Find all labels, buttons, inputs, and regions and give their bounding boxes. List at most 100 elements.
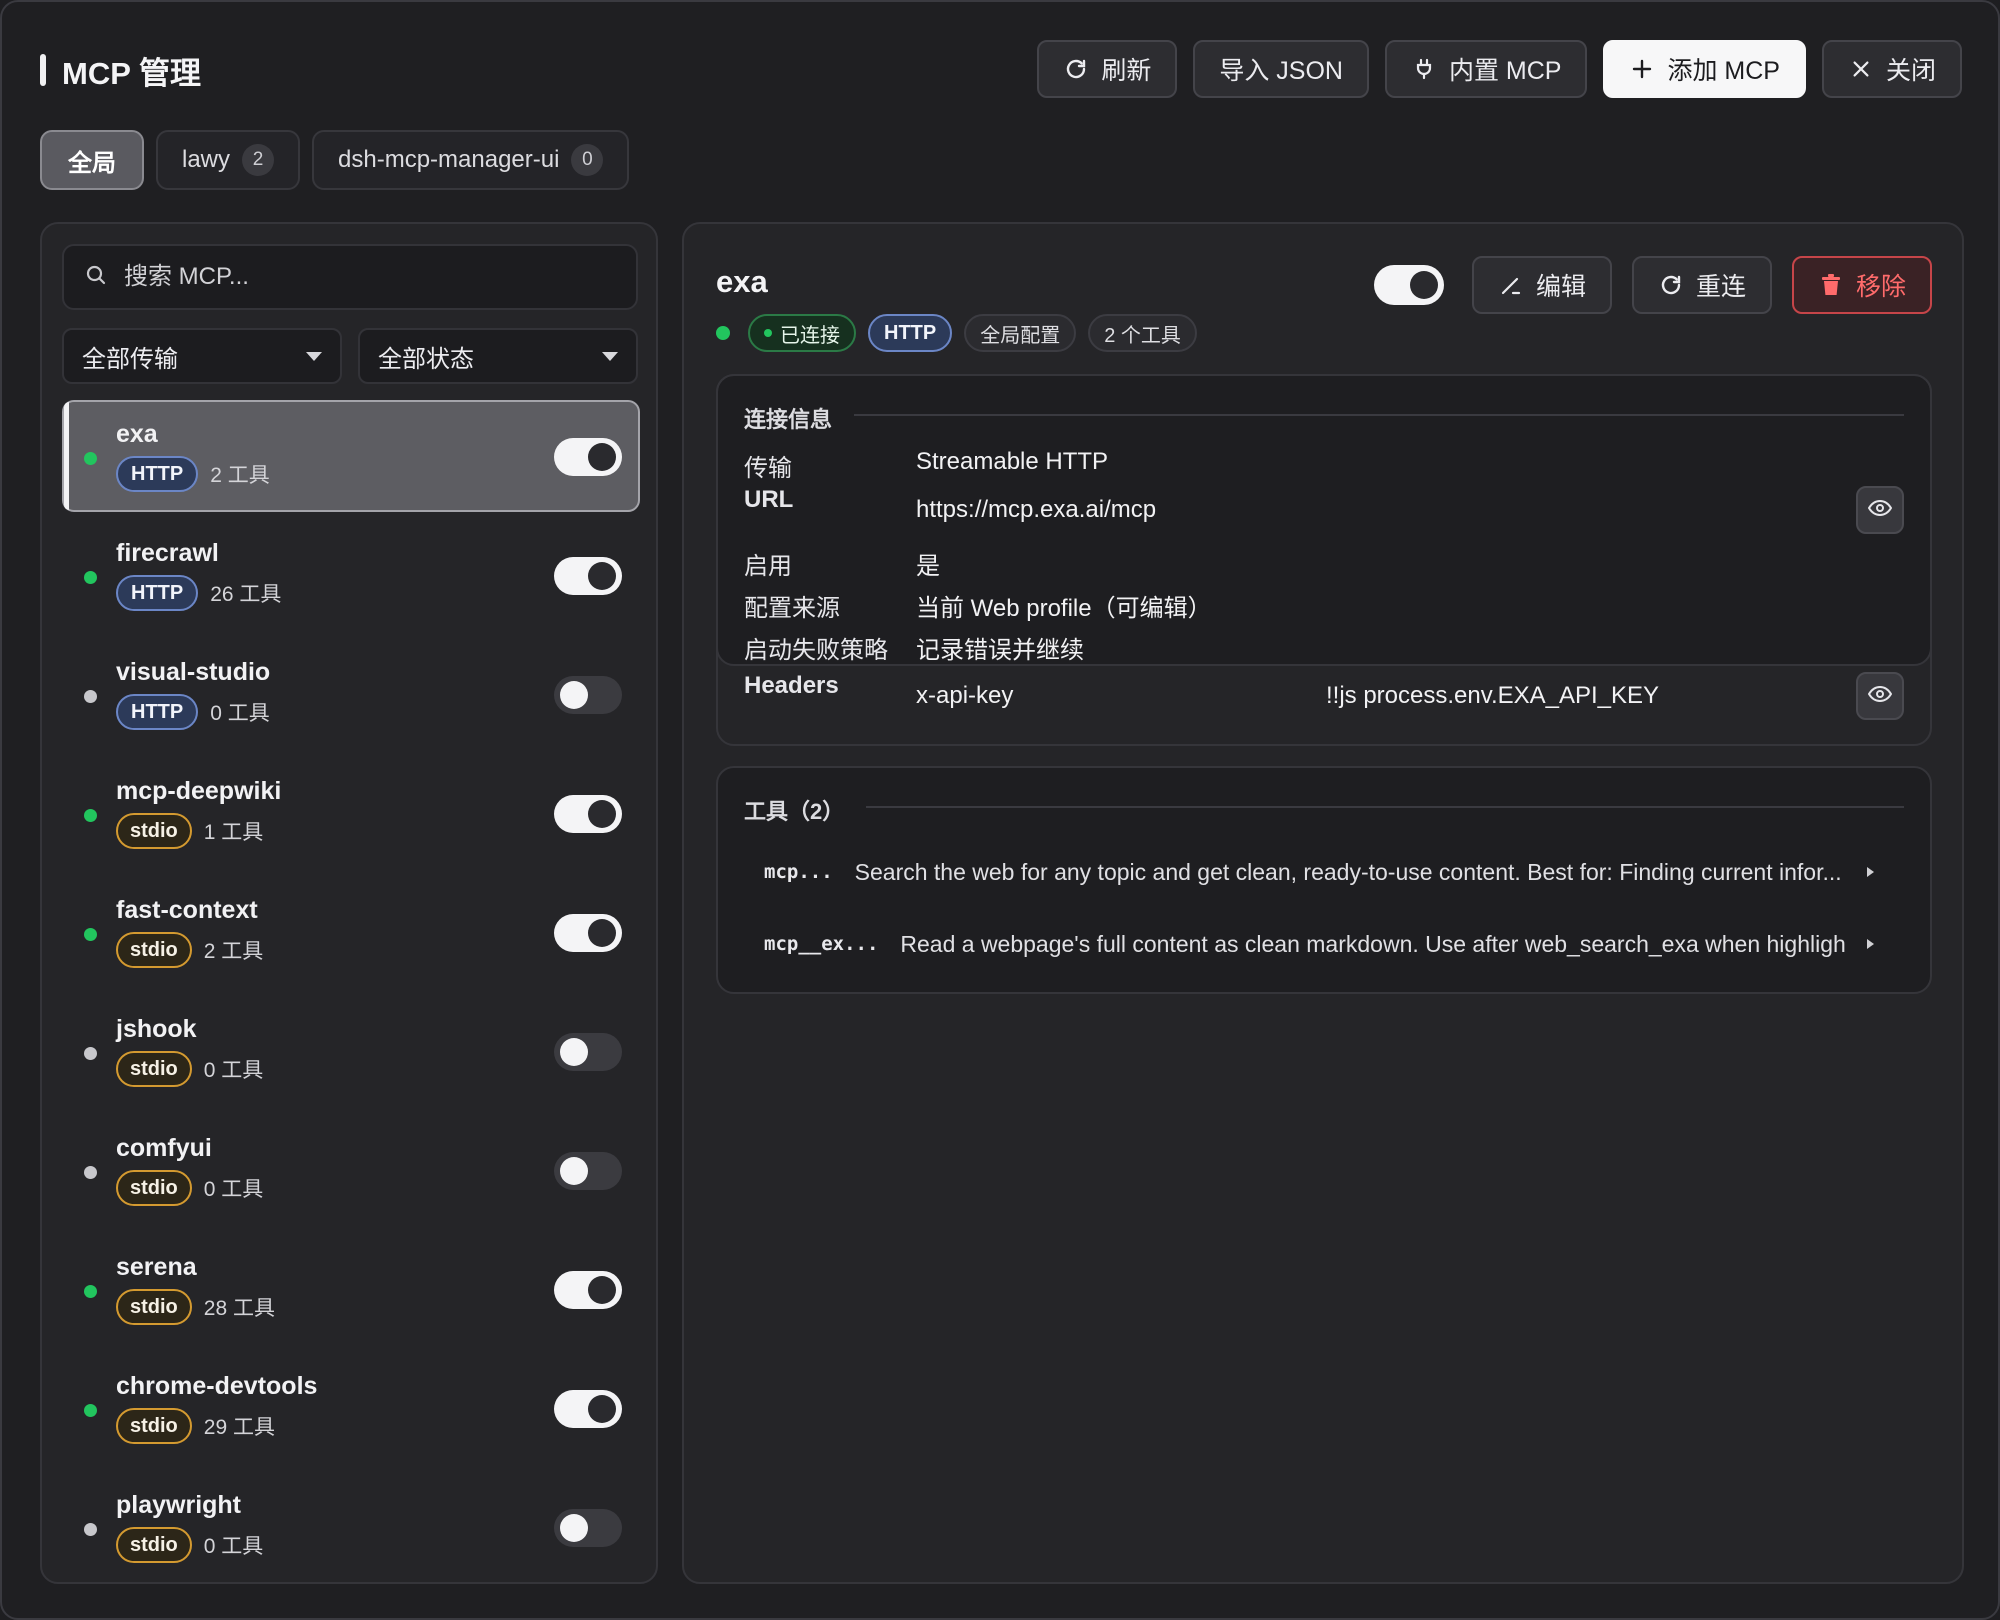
toggle-knob [588,1276,616,1304]
connected-dot-icon [764,329,772,337]
server-enable-toggle[interactable] [554,676,622,714]
tool-row[interactable]: mcp... Search the web for any topic and … [764,852,1874,892]
server-item-serena[interactable]: serena stdio 28 工具 [62,1233,640,1345]
add-mcp-label: 添加 MCP [1667,57,1780,85]
server-enable-toggle[interactable] [554,1271,622,1309]
status-dot [84,1404,97,1417]
server-enable-toggle[interactable] [554,1509,622,1547]
status-dot [84,571,97,584]
scope-tab-label: dsh-mcp-manager-ui [338,146,560,173]
server-item-mcp-deepwiki[interactable]: mcp-deepwiki stdio 1 工具 [62,757,640,869]
server-name: mcp-deepwiki [116,777,282,805]
transport-chip: HTTP [868,314,953,352]
trash-icon [1818,272,1844,298]
tool-row[interactable]: mcp__ex... Read a webpage's full content… [764,924,1874,964]
server-enable-toggle[interactable] [554,1033,622,1071]
builtin-mcp-button[interactable]: 内置 MCP [1384,40,1588,98]
tool-name: mcp... [764,861,833,883]
search-icon [84,263,108,292]
plus-icon [1629,56,1655,82]
server-item-chrome-devtools[interactable]: chrome-devtools stdio 29 工具 [62,1352,640,1464]
tool-count: 0 工具 [203,1178,264,1201]
search-box [62,244,638,310]
server-item-visual-studio[interactable]: visual-studio HTTP 0 工具 [62,638,640,750]
scope-tab-lawy[interactable]: lawy 2 [156,130,301,190]
edit-label: 编辑 [1535,273,1586,301]
status-dot [84,452,97,465]
server-enable-toggle[interactable] [554,438,622,476]
refresh-button[interactable]: 刷新 [1037,40,1178,98]
status-filter-value: 全部状态 [378,345,474,373]
server-detail-panel: exa 编辑 重连 移除 已连接 HTTP 全局配置 2 个工具 连接信息 传输… [682,222,1964,1584]
server-enable-toggle[interactable] [554,557,622,595]
transport-badge: stdio [116,1527,192,1563]
tool-count: 2 工具 [210,464,270,487]
server-name: chrome-devtools [116,1372,318,1400]
tool-count: 1 工具 [203,821,264,844]
toggle-knob [588,919,616,947]
reconnect-button[interactable]: 重连 [1631,256,1772,314]
headers-label: Headers [744,672,839,699]
toggle-knob [588,800,616,828]
server-enable-toggle[interactable] [554,1152,622,1190]
server-enable-toggle[interactable] [554,1390,622,1428]
connected-chip-label: 已连接 [780,324,840,347]
scope-tab-dsh-mcp-manager-ui[interactable]: dsh-mcp-manager-ui 0 [312,130,630,190]
import-json-button[interactable]: 导入 JSON [1193,40,1369,98]
server-meta: stdio 0 工具 [116,1051,263,1087]
title-accent-bar [40,54,46,86]
edit-button[interactable]: 编辑 [1471,256,1612,314]
server-enable-toggle[interactable] [554,795,622,833]
chevron-down-icon [306,351,322,361]
page-title: MCP 管理 [40,50,201,91]
scope-chip: 全局配置 [964,314,1077,352]
detail-actions: 编辑 重连 移除 [1373,256,1932,314]
status-dot [84,1047,97,1060]
server-enable-toggle[interactable] [554,914,622,952]
page-title-text: MCP 管理 [62,55,201,91]
remove-label: 移除 [1855,273,1906,301]
server-name: firecrawl [116,539,219,567]
add-mcp-button[interactable]: 添加 MCP [1603,40,1806,98]
server-list: exa HTTP 2 工具 firecrawl HTTP 26 工具 visua… [62,400,640,1590]
close-icon [1848,56,1874,82]
remove-button[interactable]: 移除 [1791,256,1932,314]
status-filter-select[interactable]: 全部状态 [358,328,638,384]
toggle-knob [560,681,588,709]
server-meta: stdio 28 工具 [116,1289,275,1325]
server-item-jshook[interactable]: jshook stdio 0 工具 [62,995,640,1107]
detail-enable-toggle[interactable] [1373,265,1444,305]
transport-filter-value: 全部传输 [82,345,178,373]
server-item-fast-context[interactable]: fast-context stdio 2 工具 [62,876,640,988]
tool-count: 2 工具 [203,940,264,963]
detail-chips: 已连接 HTTP 全局配置 2 个工具 [716,314,1197,352]
tool-count-chip: 2 个工具 [1088,314,1197,352]
chevron-right-icon [1867,939,1874,949]
server-item-playwright[interactable]: playwright stdio 0 工具 [62,1471,640,1583]
server-meta: HTTP 26 工具 [116,575,281,611]
server-item-comfyui[interactable]: comfyui stdio 0 工具 [62,1114,640,1226]
import-json-label: 导入 JSON [1219,57,1343,85]
transport-filter-select[interactable]: 全部传输 [62,328,342,384]
tool-description: Read a webpage's full content as clean m… [900,930,1845,957]
transport-badge: stdio [116,1408,192,1444]
scope-tab-global[interactable]: 全局 [40,130,144,190]
chevron-down-icon [602,351,618,361]
reveal-header-button[interactable] [1856,672,1904,720]
server-name: jshook [116,1015,197,1043]
top-actions: 刷新 导入 JSON 内置 MCP 添加 MCP 关闭 [1037,40,1962,98]
close-label: 关闭 [1885,57,1936,85]
search-input[interactable] [124,263,604,291]
server-name: comfyui [116,1134,212,1162]
scope-tabs: 全局 lawy 2 dsh-mcp-manager-ui 0 [40,130,630,190]
server-item-firecrawl[interactable]: firecrawl HTTP 26 工具 [62,519,640,631]
plug-icon [1411,56,1437,82]
toggle-knob [560,1038,588,1066]
status-dot [84,928,97,941]
server-item-exa[interactable]: exa HTTP 2 工具 [62,400,640,512]
tool-description: Search the web for any topic and get cle… [854,858,1842,885]
toggle-knob [588,1395,616,1423]
close-button[interactable]: 关闭 [1821,40,1962,98]
transport-badge: stdio [116,1289,192,1325]
tool-count: 0 工具 [203,1059,264,1082]
